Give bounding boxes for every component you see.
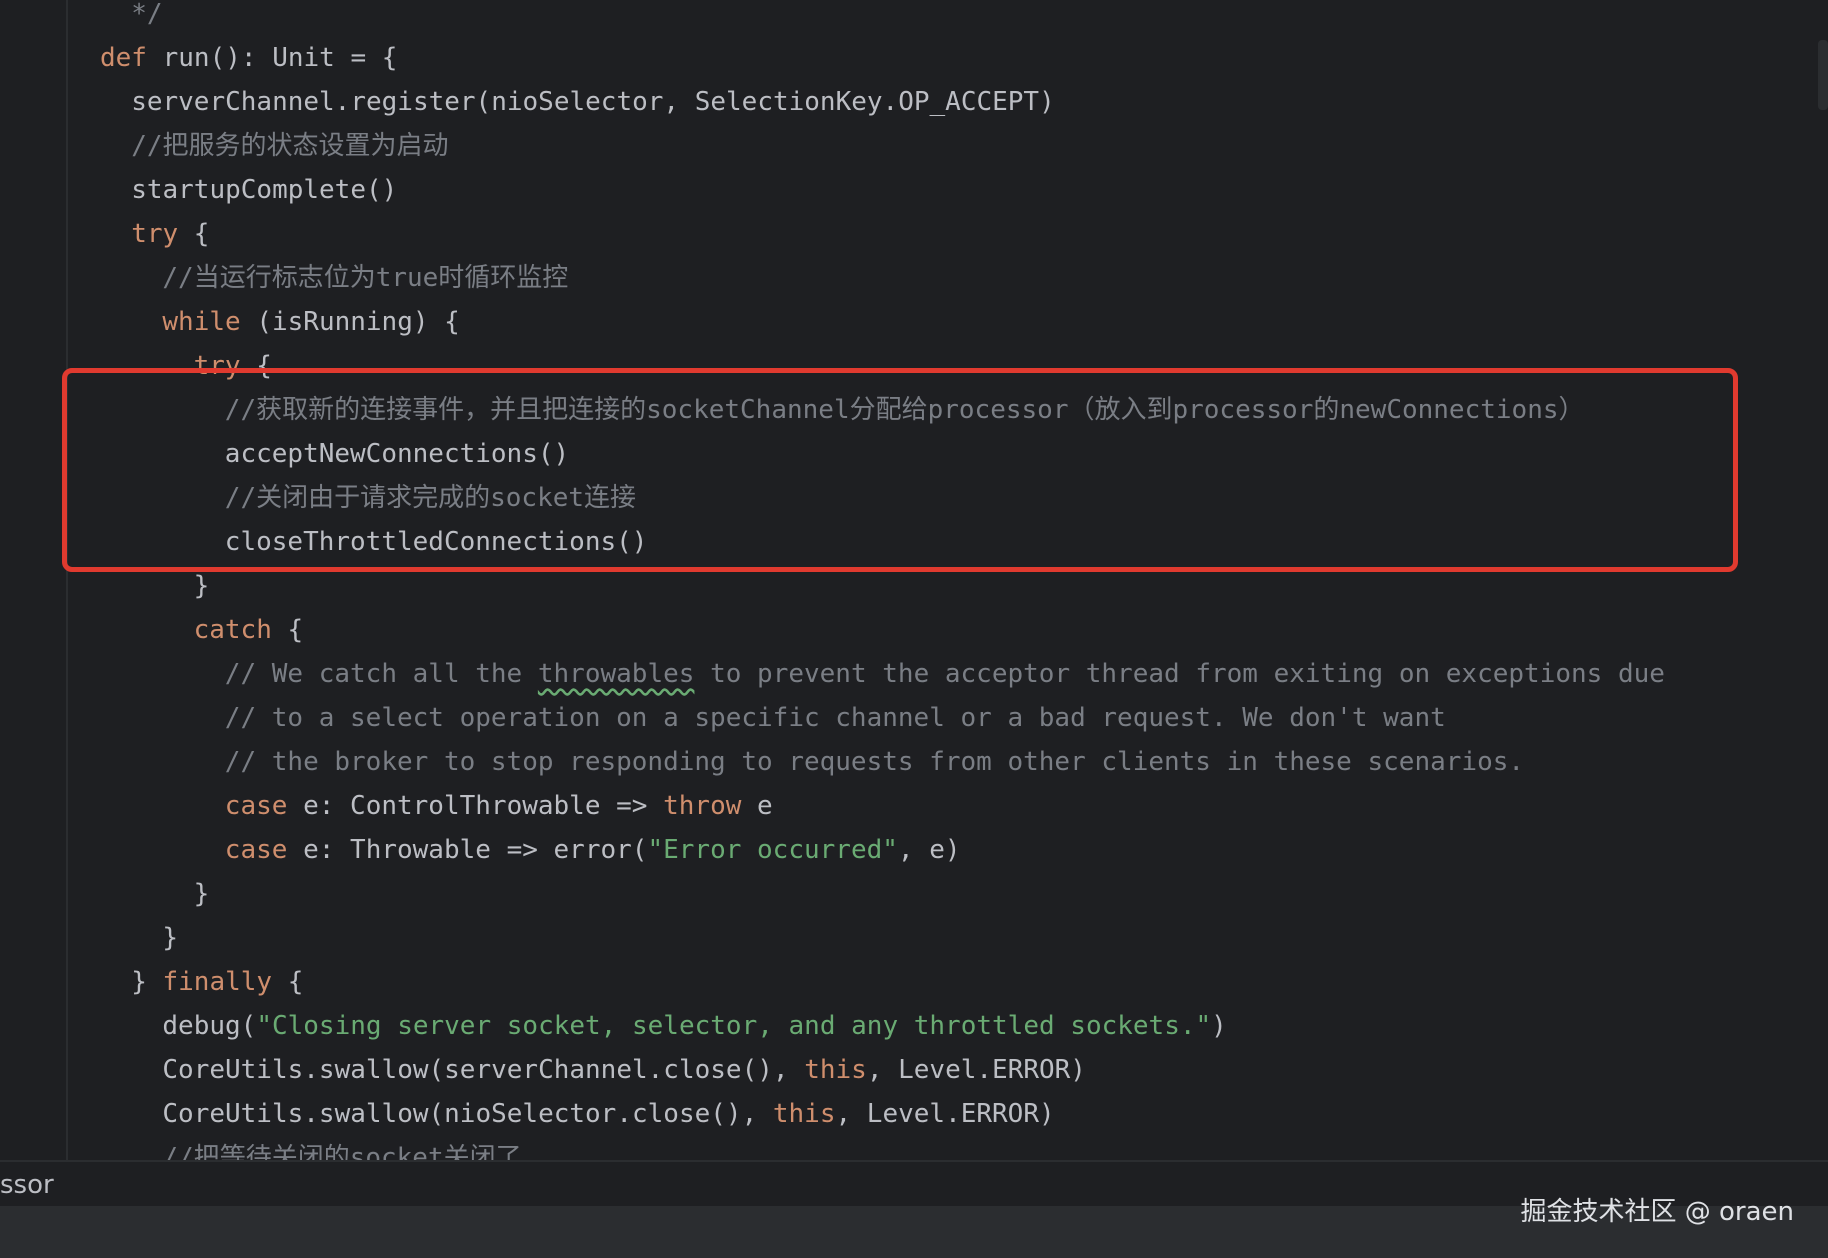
- code-token: e: Throwable => error(: [287, 835, 648, 865]
- code-token: startupComplete(): [131, 175, 398, 205]
- code-token: debug(: [162, 1011, 257, 1041]
- code-line[interactable]: } finally {: [131, 960, 303, 1004]
- keyword-token: finally: [162, 967, 273, 997]
- string-token: "Error occurred": [647, 835, 898, 865]
- code-token: e: ControlThrowable =>: [287, 791, 664, 821]
- code-editor[interactable]: */ def run(): Unit = { serverChannel.regis…: [0, 0, 1828, 1160]
- keyword-token: throw: [663, 791, 742, 821]
- code-token: closeThrottledConnections(): [224, 527, 648, 557]
- keyword-token: this: [804, 1055, 867, 1085]
- code-token: {: [178, 219, 210, 249]
- code-area[interactable]: */ def run(): Unit = { serverChannel.regis…: [0, 0, 1828, 1160]
- comment-token: */: [131, 0, 163, 29]
- code-line[interactable]: }: [194, 564, 210, 608]
- keyword-token: catch: [193, 615, 272, 645]
- code-line[interactable]: // We catch all the throwables to preven…: [225, 652, 1665, 696]
- code-token: , e): [897, 835, 961, 865]
- code-token: run(): Unit = {: [162, 43, 398, 73]
- code-line[interactable]: //当运行标志位为true时循环监控: [162, 256, 568, 300]
- code-line[interactable]: //获取新的连接事件，并且把连接的socketChannel分配给process…: [225, 388, 1585, 432]
- code-token: }: [193, 879, 210, 909]
- code-line[interactable]: //关闭由于请求完成的socket连接: [225, 476, 636, 520]
- comment-token: //获取新的连接事件，并且把连接的socketChannel分配给process…: [224, 395, 1585, 425]
- code-line[interactable]: // the broker to stop responding to requ…: [225, 740, 1524, 784]
- code-token: CoreUtils.swallow(serverChannel.close(),: [162, 1055, 805, 1085]
- comment-token: // to a select operation on a specific c…: [224, 703, 1446, 733]
- code-token: CoreUtils.swallow(nioSelector.close(),: [162, 1099, 773, 1129]
- status-bar-text: ssor: [0, 1170, 54, 1200]
- comment-token: //当运行标志位为true时循环监控: [162, 263, 569, 293]
- code-line[interactable]: // to a select operation on a specific c…: [225, 696, 1446, 740]
- watermark-text: 掘金技术社区 @ oraen: [1520, 1197, 1794, 1227]
- comment-token: // the broker to stop responding to requ…: [224, 747, 1525, 777]
- code-line[interactable]: }: [162, 916, 178, 960]
- code-token: serverChannel.register(nioSelector, Sele…: [131, 87, 1055, 117]
- code-token: }: [162, 923, 179, 953]
- code-line[interactable]: def run(): Unit = {: [100, 36, 397, 80]
- code-line[interactable]: try {: [131, 212, 209, 256]
- code-token: {: [240, 351, 272, 381]
- code-line[interactable]: while (isRunning) {: [162, 300, 459, 344]
- comment-token: //把服务的状态设置为启动: [131, 131, 449, 161]
- scrollbar-thumb[interactable]: [1818, 40, 1828, 110]
- code-line[interactable]: debug("Closing server socket, selector, …: [162, 1004, 1226, 1048]
- keyword-token: case: [224, 835, 288, 865]
- string-token: "Closing server socket, selector, and an…: [256, 1011, 1212, 1041]
- code-line[interactable]: startupComplete(): [131, 168, 397, 212]
- code-token: ): [1211, 1011, 1227, 1041]
- keyword-token: this: [772, 1099, 836, 1129]
- comment-token: //把等待关闭的socket关闭了: [162, 1143, 522, 1160]
- code-token: e: [741, 791, 773, 821]
- code-line[interactable]: }: [194, 872, 210, 916]
- code-token: }: [193, 571, 210, 601]
- code-token: , Level.ERROR): [835, 1099, 1055, 1129]
- keyword-token: def: [100, 43, 163, 73]
- comment-token: throwables: [537, 659, 695, 689]
- code-line[interactable]: case e: Throwable => error("Error occurr…: [225, 828, 961, 872]
- keyword-token: while: [162, 307, 241, 337]
- code-token: (isRunning) {: [240, 307, 460, 337]
- code-line[interactable]: */: [131, 0, 162, 36]
- code-line[interactable]: //把等待关闭的socket关闭了: [162, 1136, 521, 1160]
- code-line[interactable]: closeThrottledConnections(): [225, 520, 648, 564]
- code-line[interactable]: catch {: [194, 608, 304, 652]
- comment-token: to prevent the acceptor thread from exit…: [694, 659, 1665, 689]
- comment-token: // We catch all the: [224, 659, 538, 689]
- code-token: {: [271, 615, 304, 645]
- code-token: acceptNewConnections(): [224, 439, 570, 469]
- code-token: }: [131, 967, 163, 997]
- code-line[interactable]: serverChannel.register(nioSelector, Sele…: [131, 80, 1055, 124]
- code-line[interactable]: try {: [194, 344, 272, 388]
- code-line[interactable]: CoreUtils.swallow(nioSelector.close(), t…: [162, 1092, 1054, 1136]
- code-line[interactable]: //把服务的状态设置为启动: [131, 124, 448, 168]
- code-line[interactable]: CoreUtils.swallow(serverChannel.close(),…: [162, 1048, 1086, 1092]
- keyword-token: try: [131, 219, 179, 249]
- comment-token: //关闭由于请求完成的socket连接: [224, 483, 637, 513]
- code-token: {: [272, 967, 304, 997]
- code-line[interactable]: acceptNewConnections(): [225, 432, 569, 476]
- keyword-token: case: [224, 791, 288, 821]
- keyword-token: try: [193, 351, 241, 381]
- code-token: , Level.ERROR): [866, 1055, 1086, 1085]
- code-line[interactable]: case e: ControlThrowable => throw e: [225, 784, 773, 828]
